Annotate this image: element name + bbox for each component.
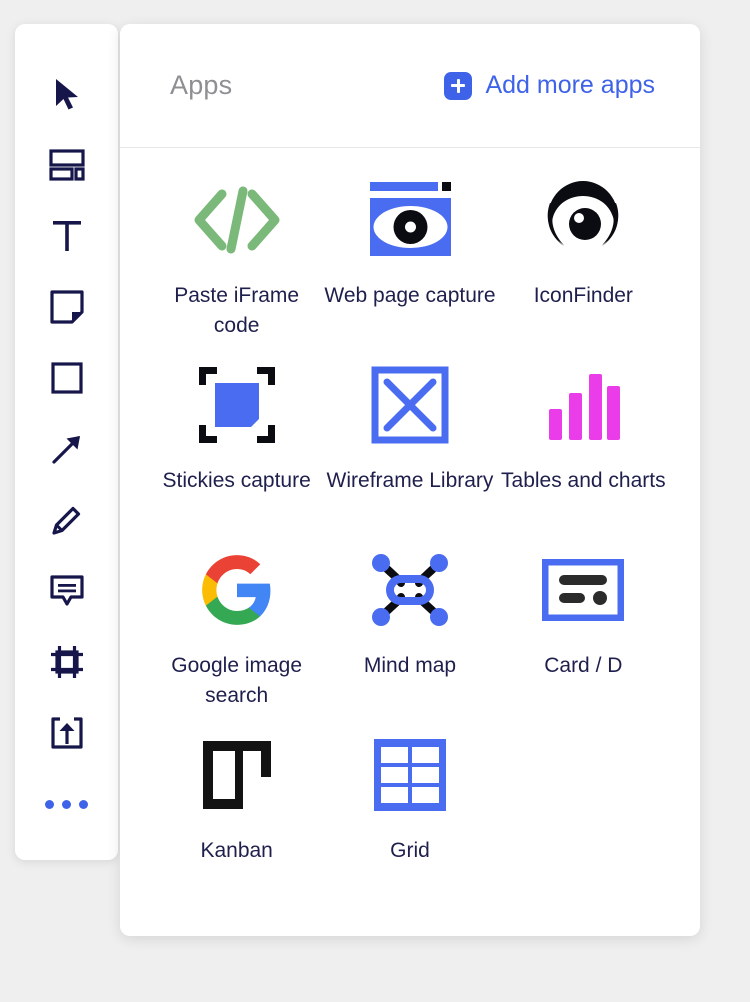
sticky-tool[interactable] [39,279,95,335]
app-label: Kanban [200,839,273,862]
apps-grid: Paste iFrame code Web page capture IconF… [120,148,700,936]
app-tile-web-page-capture[interactable]: Web page capture [323,172,496,357]
upload-icon [50,717,83,749]
kanban-icon [199,727,275,823]
google-logo-icon [199,542,275,638]
comment-tool[interactable] [39,563,95,619]
sticky-note-icon [49,290,84,324]
capture-frame-icon [198,357,275,453]
add-more-apps-label: Add more apps [485,71,655,99]
app-label: IconFinder [533,284,633,307]
eye-browser-icon [368,172,452,268]
frame-icon [50,645,84,679]
panel-header: Apps Add more apps [120,24,700,148]
iconfinder-logo-icon [540,172,626,268]
pencil-icon [51,504,83,536]
upload-tool[interactable] [39,705,95,761]
mind-map-icon [371,542,449,638]
plus-icon [444,71,473,100]
ellipsis-icon [45,799,88,809]
square-icon [50,362,83,394]
app-label: Web page capture [324,284,496,307]
x-box-icon [371,357,449,453]
cursor-icon [52,77,82,111]
app-label: Stickies capture [162,469,311,492]
comment-icon [49,575,84,607]
app-tile-tables-and-charts[interactable]: Tables and charts [497,357,670,542]
app-label: Grid [390,839,430,862]
page-title: Apps [170,70,233,100]
template-icon [48,149,85,181]
card-icon [542,542,625,638]
code-brackets-icon [191,172,283,268]
frame-tool[interactable] [39,634,95,690]
more-tools[interactable] [39,776,95,832]
text-tool[interactable] [39,208,95,264]
app-tile-grid[interactable]: Grid [323,727,496,912]
template-tool[interactable] [39,137,95,193]
left-toolbar [15,24,118,860]
app-label: Wireframe Library [326,469,494,492]
arrow-tool[interactable] [39,421,95,477]
app-label: Paste iFrame code [174,284,300,337]
app-tile-iconfinder[interactable]: IconFinder [497,172,670,357]
app-tile-paste-iframe-code[interactable]: Paste iFrame code [150,172,323,357]
grid-icon [372,727,448,823]
shape-tool[interactable] [39,350,95,406]
app-label: Tables and charts [501,469,666,492]
app-label: Google image search [171,654,303,707]
app-tile-google-image-search[interactable]: Google image search [150,542,323,727]
select-tool[interactable] [39,66,95,122]
app-tile-card-d[interactable]: Card / D [497,542,670,727]
app-tile-kanban[interactable]: Kanban [150,727,323,912]
apps-panel: Apps Add more apps Paste iFrame code Web… [120,24,700,936]
app-tile-mind-map[interactable]: Mind map [323,542,496,727]
arrow-icon [51,433,83,465]
pen-tool[interactable] [39,492,95,548]
bar-chart-icon [545,357,621,453]
app-tile-wireframe-library[interactable]: Wireframe Library [323,357,496,542]
app-label: Card / D [544,654,623,677]
app-tile-stickies-capture[interactable]: Stickies capture [150,357,323,542]
app-label: Mind map [363,654,457,677]
text-icon [51,219,83,253]
add-more-apps-button[interactable]: Add more apps [444,71,655,100]
